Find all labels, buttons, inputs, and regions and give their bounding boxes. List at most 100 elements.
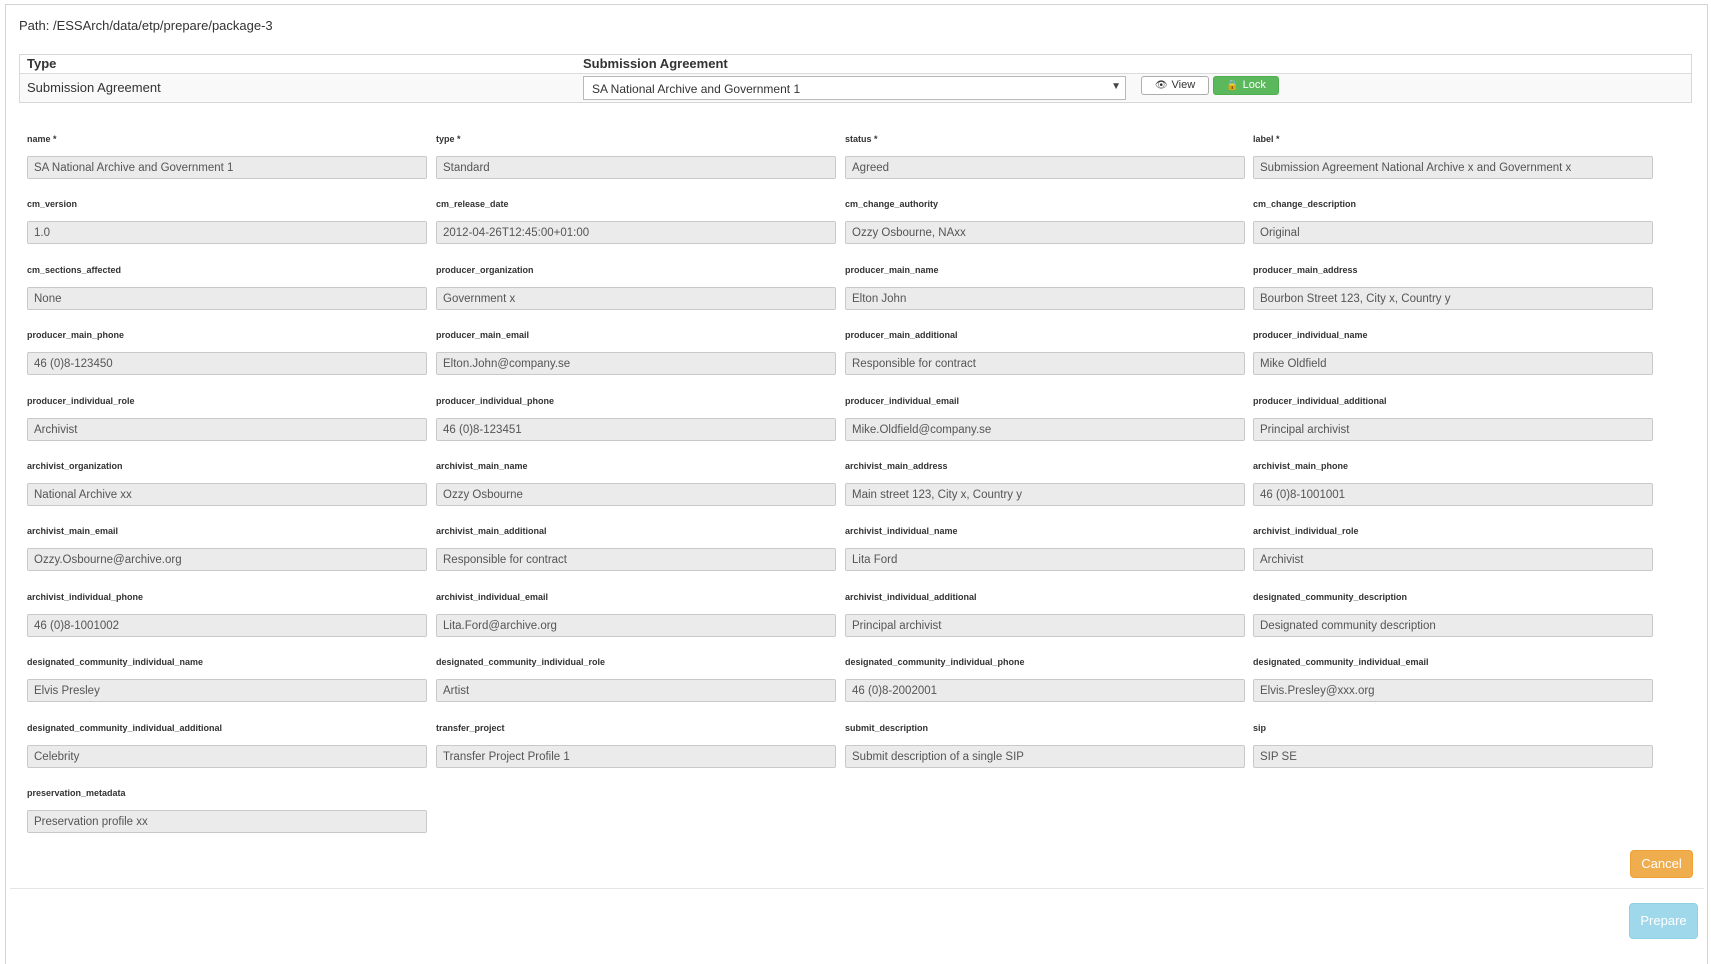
- field-input[interactable]: Elvis Presley: [27, 679, 427, 702]
- form-field: producer_main_name Elton John: [845, 264, 1245, 310]
- field-label: producer_main_phone: [27, 330, 125, 340]
- field-label: name *: [27, 134, 57, 144]
- field-label: archivist_main_name: [436, 461, 528, 471]
- field-label: producer_individual_name: [1253, 330, 1368, 340]
- field-label: cm_change_description: [1253, 199, 1357, 209]
- form-field: status * Agreed: [845, 133, 1245, 179]
- view-button-label: View: [1171, 79, 1196, 91]
- form-field: producer_main_phone 46 (0)8-123450: [27, 329, 427, 375]
- field-label: status *: [845, 134, 878, 144]
- field-input[interactable]: National Archive xx: [27, 483, 427, 506]
- field-label: designated_community_description: [1253, 592, 1408, 602]
- field-input[interactable]: Elton John: [845, 287, 1245, 310]
- form-field: archivist_main_address Main street 123, C…: [845, 460, 1245, 506]
- field-input[interactable]: Responsible for contract: [436, 548, 836, 571]
- prepare-button[interactable]: Prepare: [1629, 903, 1698, 939]
- field-input[interactable]: Standard: [436, 156, 836, 179]
- form-field: designated_community_individual_addition…: [27, 722, 427, 768]
- view-button[interactable]: 👁 View: [1141, 76, 1209, 95]
- field-input[interactable]: 46 (0)8-1001001: [1253, 483, 1653, 506]
- field-input[interactable]: 46 (0)8-2002001: [845, 679, 1245, 702]
- field-label: label *: [1253, 134, 1280, 144]
- field-input[interactable]: 46 (0)8-1001002: [27, 614, 427, 637]
- field-input[interactable]: Government x: [436, 287, 836, 310]
- field-input[interactable]: Main street 123, City x, Country y: [845, 483, 1245, 506]
- field-input[interactable]: Principal archivist: [1253, 418, 1653, 441]
- lock-button[interactable]: 🔒 Lock: [1213, 76, 1279, 95]
- form-field: producer_main_address Bourbon Street 123,…: [1253, 264, 1653, 310]
- field-input[interactable]: Bourbon Street 123, City x, Country y: [1253, 287, 1653, 310]
- field-label: cm_sections_affected: [27, 265, 122, 275]
- field-label: designated_community_individual_role: [436, 657, 606, 667]
- footer-divider: [10, 888, 1704, 889]
- field-input[interactable]: Archivist: [1253, 548, 1653, 571]
- field-input[interactable]: 1.0: [27, 221, 427, 244]
- field-label: sip: [1253, 723, 1267, 733]
- field-label: transfer_project: [436, 723, 505, 733]
- field-input[interactable]: Preservation profile xx: [27, 810, 427, 833]
- field-label: archivist_individual_email: [436, 592, 549, 602]
- field-input[interactable]: Principal archivist: [845, 614, 1245, 637]
- form-field: name * SA National Archive and Government…: [27, 133, 427, 179]
- field-label: designated_community_individual_name: [27, 657, 204, 667]
- field-input[interactable]: Agreed: [845, 156, 1245, 179]
- field-input[interactable]: Ozzy Osbourne, NAxx: [845, 221, 1245, 244]
- field-label: archivist_individual_name: [845, 526, 958, 536]
- form-field: transfer_project Transfer Project Profile…: [436, 722, 836, 768]
- form-field: archivist_individual_role Archivist: [1253, 525, 1653, 571]
- field-input[interactable]: 46 (0)8-123450: [27, 352, 427, 375]
- form-field: designated_community_individual_name Elvi…: [27, 656, 427, 702]
- field-input[interactable]: Artist: [436, 679, 836, 702]
- field-input[interactable]: 46 (0)8-123451: [436, 418, 836, 441]
- field-input[interactable]: Mike Oldfield: [1253, 352, 1653, 375]
- field-label: archivist_main_phone: [1253, 461, 1349, 471]
- field-input[interactable]: Archivist: [27, 418, 427, 441]
- field-input[interactable]: SA National Archive and Government 1: [27, 156, 427, 179]
- form-field: submit_description Submit description of …: [845, 722, 1245, 768]
- field-input[interactable]: Responsible for contract: [845, 352, 1245, 375]
- field-input[interactable]: Lita Ford: [845, 548, 1245, 571]
- field-label: archivist_individual_phone: [27, 592, 144, 602]
- form-field: designated_community_individual_role Arti…: [436, 656, 836, 702]
- field-label: archivist_main_email: [27, 526, 119, 536]
- field-input[interactable]: Designated community description: [1253, 614, 1653, 637]
- form-field: archivist_organization National Archive x…: [27, 460, 427, 506]
- form-field: archivist_individual_name Lita Ford: [845, 525, 1245, 571]
- field-label: producer_individual_additional: [1253, 396, 1387, 406]
- field-input[interactable]: Elton.John@company.se: [436, 352, 836, 375]
- field-input[interactable]: Transfer Project Profile 1: [436, 745, 836, 768]
- field-input[interactable]: Celebrity: [27, 745, 427, 768]
- field-label: archivist_individual_role: [1253, 526, 1359, 536]
- form-field: producer_individual_email Mike.Oldfield@c…: [845, 395, 1245, 441]
- field-input[interactable]: Ozzy.Osbourne@archive.org: [27, 548, 427, 571]
- field-input[interactable]: Submission Agreement National Archive x …: [1253, 156, 1653, 179]
- lock-icon: 🔒: [1226, 80, 1239, 91]
- field-input[interactable]: Original: [1253, 221, 1653, 244]
- form-field: cm_version 1.0: [27, 198, 427, 244]
- form-field: producer_individual_role Archivist: [27, 395, 427, 441]
- form-field: cm_change_description Original: [1253, 198, 1653, 244]
- field-label: cm_change_authority: [845, 199, 939, 209]
- field-input[interactable]: 2012-04-26T12:45:00+01:00: [436, 221, 836, 244]
- field-input[interactable]: SIP SE: [1253, 745, 1653, 768]
- field-input[interactable]: Mike.Oldfield@company.se: [845, 418, 1245, 441]
- form-field: label * Submission Agreement National Arc…: [1253, 133, 1653, 179]
- field-label: producer_main_address: [1253, 265, 1358, 275]
- column-header-type: Type: [27, 56, 57, 71]
- field-label: designated_community_individual_phone: [845, 657, 1025, 667]
- form-field: archivist_individual_email Lita.Ford@arch…: [436, 591, 836, 637]
- field-input[interactable]: Elvis.Presley@xxx.org: [1253, 679, 1653, 702]
- field-input[interactable]: Lita.Ford@archive.org: [436, 614, 836, 637]
- form-field: archivist_main_email Ozzy.Osbourne@archiv…: [27, 525, 427, 571]
- form-field: cm_sections_affected None: [27, 264, 427, 310]
- field-label: designated_community_individual_email: [1253, 657, 1429, 667]
- submission-agreement-select[interactable]: SA National Archive and Government 1 ▼: [583, 76, 1126, 100]
- field-input[interactable]: Submit description of a single SIP: [845, 745, 1245, 768]
- selected-agreement: SA National Archive and Government 1: [592, 82, 801, 96]
- field-input[interactable]: None: [27, 287, 427, 310]
- field-input[interactable]: Ozzy Osbourne: [436, 483, 836, 506]
- package-path: Path: /ESSArch/data/etp/prepare/package-…: [19, 18, 273, 33]
- field-label: producer_main_email: [436, 330, 530, 340]
- form-field: producer_main_additional Responsible for …: [845, 329, 1245, 375]
- cancel-button[interactable]: Cancel: [1630, 850, 1693, 878]
